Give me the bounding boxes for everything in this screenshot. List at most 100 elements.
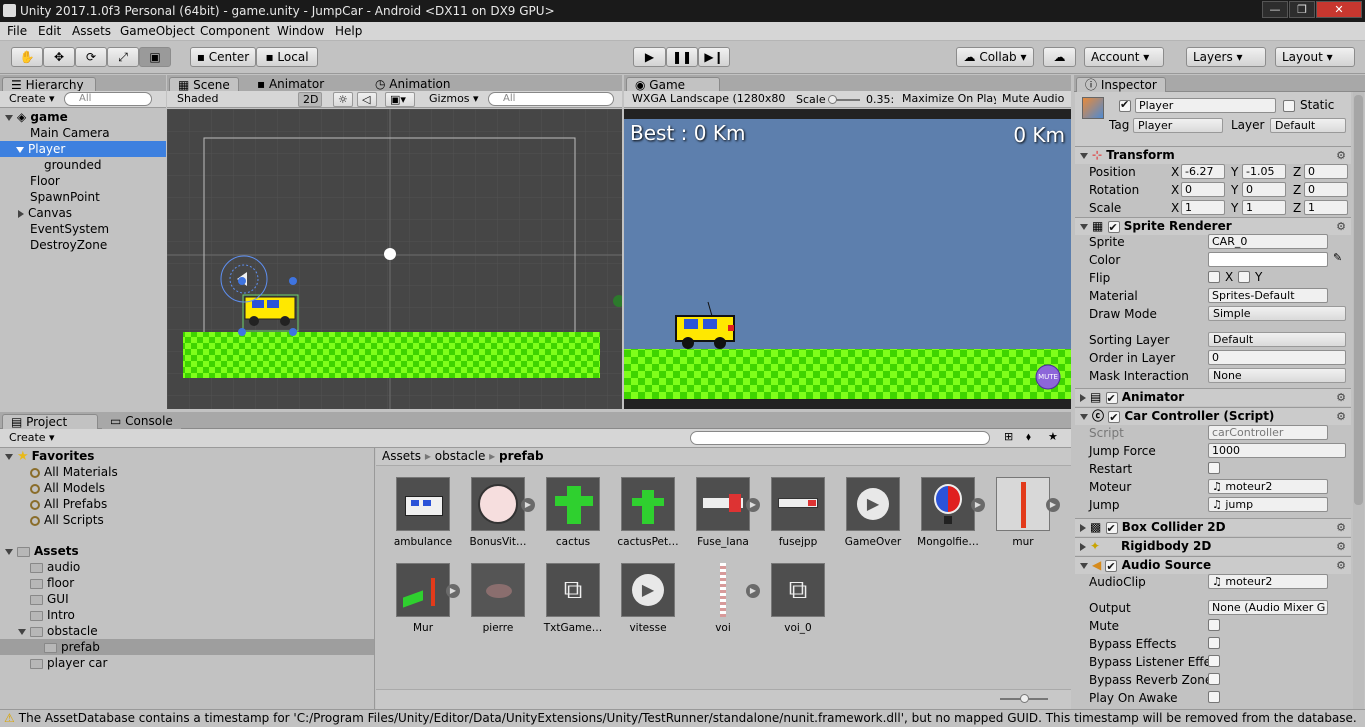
settings-gear-icon[interactable]: ⚙ [1336,147,1346,164]
favorites-node[interactable]: ★ Favorites [0,448,374,464]
expand-arrow-icon[interactable]: ▶ [521,498,535,512]
bypass-listener-checkbox[interactable] [1208,655,1220,667]
bypass-effects-checkbox[interactable] [1208,637,1220,649]
menu-help[interactable]: Help [335,24,362,38]
tab-console[interactable]: ▭ Console [102,414,181,430]
audioclip-field[interactable]: ♫ moteur2 [1208,574,1328,589]
2d-toggle[interactable]: 2D [298,92,322,107]
layers-dropdown[interactable]: Layers ▾ [1186,47,1266,67]
account-dropdown[interactable]: Account ▾ [1084,47,1164,67]
settings-gear-icon[interactable]: ⚙ [1336,519,1346,536]
asset-item[interactable]: fusejpp [763,477,833,548]
transform-header[interactable]: ⊹ Transform ⚙ [1075,146,1351,164]
breadcrumb-current[interactable]: prefab [499,449,544,463]
folder-item[interactable]: player car [0,655,374,671]
output-field[interactable]: None (Audio Mixer G [1208,600,1328,615]
folder-item[interactable]: GUI [0,591,374,607]
folder-item[interactable]: obstacle [0,623,374,639]
lighting-icon[interactable]: ☼ [333,92,353,107]
settings-gear-icon[interactable]: ⚙ [1336,538,1346,555]
sprite-renderer-header[interactable]: ▦ Sprite Renderer⚙ [1075,217,1351,236]
order-in-layer-field[interactable]: 0 [1208,350,1346,365]
box-collider-header[interactable]: ▩ Box Collider 2D⚙ [1075,518,1351,537]
rigidbody-header[interactable]: ✦ Rigidbody 2D ⚙ [1075,537,1351,555]
settings-gear-icon[interactable]: ⚙ [1336,408,1346,425]
step-button[interactable]: ▶❙ [698,47,730,67]
rotation-z-field[interactable]: 0 [1304,182,1348,197]
hierarchy-item-selected[interactable]: Player [0,141,166,157]
settings-gear-icon[interactable]: ⚙ [1336,389,1346,406]
resolution-dropdown[interactable]: WXGA Landscape (1280x80 [628,92,790,107]
animator-header[interactable]: ▤ Animator⚙ [1075,388,1351,407]
expand-arrow-icon[interactable]: ▶ [746,498,760,512]
jump-force-field[interactable]: 1000 [1208,443,1346,458]
jump-field[interactable]: ♫ jump [1208,497,1328,512]
asset-item[interactable]: cactusPet… [613,477,683,548]
folder-item[interactable]: Intro [0,607,374,623]
scene-viewport[interactable] [167,109,622,409]
sorting-layer-dropdown[interactable]: Default [1208,332,1346,347]
asset-item[interactable]: Fuse_lana [688,477,758,548]
game-viewport[interactable] [624,119,1071,399]
hand-tool-icon[interactable]: ✋ [11,47,43,67]
scene-search-input[interactable]: All [488,92,614,106]
rect-tool-icon[interactable]: ▣ [139,47,171,67]
move-tool-icon[interactable]: ✥ [43,47,75,67]
asset-item[interactable]: ambulance [388,477,458,548]
expand-arrow-icon[interactable]: ▶ [446,584,460,598]
collab-dropdown[interactable]: ☁ Collab ▾ [956,47,1034,67]
hierarchy-search-input[interactable]: All [64,92,152,106]
maximize-button[interactable]: ❐ [1289,1,1315,18]
hierarchy-item[interactable]: Canvas [0,205,166,221]
tag-dropdown[interactable]: Player [1133,118,1223,133]
asset-item[interactable]: BonusVit… [463,477,533,548]
play-button[interactable]: ▶ [633,47,666,67]
cloud-icon[interactable]: ☁ [1043,47,1076,67]
bypass-reverb-checkbox[interactable] [1208,673,1220,685]
color-field[interactable] [1208,252,1328,267]
hierarchy-item[interactable]: Floor [0,173,166,189]
position-y-field[interactable]: -1.05 [1242,164,1286,179]
thumbnail-size-slider[interactable] [1000,694,1048,703]
effects-icon[interactable]: ▣▾ [385,92,415,107]
moteur-field[interactable]: ♫ moteur2 [1208,479,1328,494]
asset-item[interactable]: ▶ vitesse [613,563,683,634]
menu-gameobject[interactable]: GameObject [120,24,195,38]
gizmos-dropdown[interactable]: Gizmos ▾ [425,92,483,107]
assets-node[interactable]: Assets [0,543,374,559]
hierarchy-create-dropdown[interactable]: Create ▾ [5,92,57,107]
menu-component[interactable]: Component [200,24,270,38]
tab-project[interactable]: ▤ Project [2,414,98,430]
rotation-x-field[interactable]: 0 [1181,182,1225,197]
object-name-field[interactable]: Player [1135,98,1276,113]
expand-arrow-icon[interactable]: ▶ [746,584,760,598]
hierarchy-item[interactable]: grounded [0,157,166,173]
favorite-star-icon[interactable]: ★ [1048,430,1058,443]
material-field[interactable]: Sprites-Default [1208,288,1328,303]
settings-gear-icon[interactable]: ⚙ [1336,557,1346,574]
audio-icon[interactable]: ◁ [357,92,377,107]
asset-item[interactable]: ⧉ voi_0 [763,563,833,634]
restart-checkbox[interactable] [1208,462,1220,474]
minimize-button[interactable]: — [1262,1,1288,18]
pivot-local-button[interactable]: ▪ Local [256,47,318,67]
hierarchy-item[interactable]: EventSystem [0,221,166,237]
favorite-item[interactable]: All Scripts [0,512,374,528]
scale-x-field[interactable]: 1 [1181,200,1225,215]
asset-item[interactable]: Mongolfie… [913,477,983,548]
status-bar[interactable]: ⚠ The AssetDatabase contains a timestamp … [0,709,1365,727]
position-x-field[interactable]: -6.27 [1181,164,1225,179]
hierarchy-item[interactable]: DestroyZone [0,237,166,253]
asset-item[interactable]: Mur [388,563,458,634]
pivot-center-button[interactable]: ▪ Center [190,47,256,67]
scale-tool-icon[interactable]: ⤢ [107,47,139,67]
static-checkbox[interactable] [1283,100,1295,112]
scene-root[interactable]: ◈ game [0,109,166,125]
position-z-field[interactable]: 0 [1304,164,1348,179]
asset-item[interactable]: pierre [463,563,533,634]
inspector-scrollbar[interactable] [1353,92,1364,709]
maximize-on-play-toggle[interactable]: Maximize On Play [898,92,996,107]
asset-item[interactable]: mur [988,477,1058,548]
project-create-dropdown[interactable]: Create ▾ [5,431,57,446]
asset-item[interactable]: ⧉ TxtGame… [538,563,608,634]
